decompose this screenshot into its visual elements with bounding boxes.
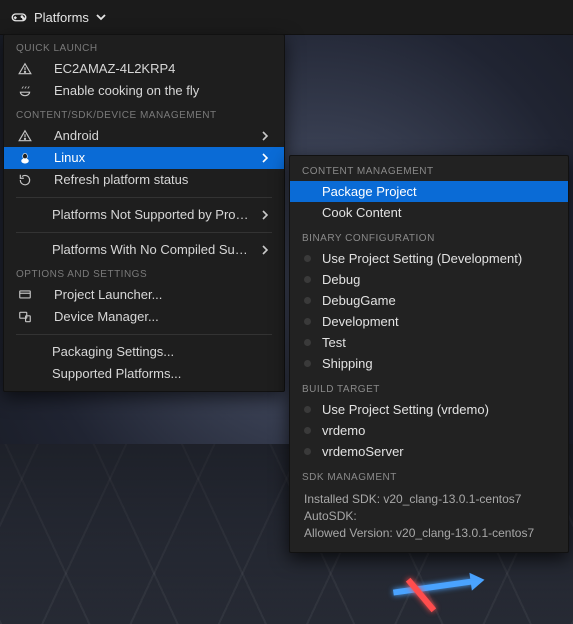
radio-icon xyxy=(304,297,312,305)
chevron-right-icon xyxy=(260,245,272,255)
platforms-dropdown[interactable]: Platforms xyxy=(34,10,89,25)
toolbar: Platforms xyxy=(0,0,573,35)
menu-item-label: Device Manager... xyxy=(54,306,272,328)
submenu-item-label: DebugGame xyxy=(322,290,554,311)
sdk-allowed: Allowed Version: v20_clang-13.0.1-centos… xyxy=(304,525,554,542)
menu-item-label: Android xyxy=(54,125,250,147)
menu-item-label: Platforms Not Supported by Project xyxy=(52,204,250,226)
separator xyxy=(16,334,272,335)
section-binary-configuration: BINARY CONFIGURATION xyxy=(290,223,568,248)
launcher-icon xyxy=(16,288,34,302)
submenu-item-test[interactable]: Test xyxy=(290,332,568,353)
chevron-right-icon xyxy=(260,153,272,163)
controller-icon xyxy=(10,8,28,26)
sdk-autosdk: AutoSDK: xyxy=(304,508,554,525)
cooking-icon xyxy=(16,84,34,98)
submenu-item-label: Cook Content xyxy=(322,202,554,223)
menu-item-android[interactable]: Android xyxy=(4,125,284,147)
menu-item-label: Supported Platforms... xyxy=(52,363,272,385)
section-content-management: CONTENT MANAGEMENT xyxy=(290,156,568,181)
chevron-down-icon xyxy=(95,11,107,23)
submenu-item-label: Debug xyxy=(322,269,554,290)
submenu-item-debuggame[interactable]: DebugGame xyxy=(290,290,568,311)
menu-item-enable-cooking-fly[interactable]: Enable cooking on the fly xyxy=(4,80,284,102)
submenu-item-label: Test xyxy=(322,332,554,353)
submenu-item-use-project-setting-target[interactable]: Use Project Setting (vrdemo) xyxy=(290,399,568,420)
submenu-item-label: Use Project Setting (vrdemo) xyxy=(322,399,554,420)
separator xyxy=(16,232,272,233)
menu-item-device[interactable]: EC2AMAZ-4L2KRP4 xyxy=(4,58,284,80)
menu-item-project-launcher[interactable]: Project Launcher... xyxy=(4,284,284,306)
radio-icon xyxy=(304,406,312,414)
submenu-item-cook-content[interactable]: Cook Content xyxy=(290,202,568,223)
menu-item-label: Linux xyxy=(54,147,250,169)
warning-icon xyxy=(16,62,34,76)
platforms-menu: QUICK LAUNCH EC2AMAZ-4L2KRP4 Enable cook… xyxy=(3,34,285,392)
submenu-item-label: Shipping xyxy=(322,353,554,374)
chevron-right-icon xyxy=(260,131,272,141)
submenu-item-vrdemo[interactable]: vrdemo xyxy=(290,420,568,441)
sdk-installed: Installed SDK: v20_clang-13.0.1-centos7 xyxy=(304,491,554,508)
menu-item-label: Platforms With No Compiled Support xyxy=(52,239,250,261)
warning-icon xyxy=(16,129,34,143)
submenu-item-shipping[interactable]: Shipping xyxy=(290,353,568,374)
radio-icon xyxy=(304,427,312,435)
menu-item-supported-platforms[interactable]: Supported Platforms... xyxy=(4,363,284,385)
submenu-item-label: Package Project xyxy=(322,181,554,202)
submenu-item-debug[interactable]: Debug xyxy=(290,269,568,290)
device-manager-icon xyxy=(16,310,34,324)
section-options: OPTIONS AND SETTINGS xyxy=(4,261,284,284)
submenu-item-label: vrdemo xyxy=(322,420,554,441)
section-sdk-management: SDK MANAGMENT xyxy=(290,462,568,487)
menu-item-label: EC2AMAZ-4L2KRP4 xyxy=(54,58,272,80)
radio-icon xyxy=(304,448,312,456)
menu-item-label: Enable cooking on the fly xyxy=(54,80,272,102)
submenu-item-vrdemoserver[interactable]: vrdemoServer xyxy=(290,441,568,462)
menu-item-label: Project Launcher... xyxy=(54,284,272,306)
sdk-info: Installed SDK: v20_clang-13.0.1-centos7 … xyxy=(290,487,568,542)
menu-item-linux[interactable]: Linux xyxy=(4,147,284,169)
menu-item-label: Refresh platform status xyxy=(54,169,272,191)
submenu-item-label: Use Project Setting (Development) xyxy=(322,248,554,269)
linux-icon xyxy=(16,151,34,165)
submenu-item-use-project-setting-config[interactable]: Use Project Setting (Development) xyxy=(290,248,568,269)
refresh-icon xyxy=(16,173,34,187)
submenu-item-package-project[interactable]: Package Project xyxy=(290,181,568,202)
radio-icon xyxy=(304,276,312,284)
transform-gizmo xyxy=(393,554,513,614)
radio-icon xyxy=(304,255,312,263)
radio-icon xyxy=(304,318,312,326)
section-content-sdk: CONTENT/SDK/DEVICE MANAGEMENT xyxy=(4,102,284,125)
radio-icon xyxy=(304,360,312,368)
chevron-right-icon xyxy=(260,210,272,220)
menu-item-packaging-settings[interactable]: Packaging Settings... xyxy=(4,341,284,363)
menu-item-platforms-not-supported[interactable]: Platforms Not Supported by Project xyxy=(4,204,284,226)
menu-item-label: Packaging Settings... xyxy=(52,341,272,363)
separator xyxy=(16,197,272,198)
submenu-item-label: Development xyxy=(322,311,554,332)
submenu-item-label: vrdemoServer xyxy=(322,441,554,462)
linux-submenu: CONTENT MANAGEMENT Package Project Cook … xyxy=(289,155,569,553)
section-build-target: BUILD TARGET xyxy=(290,374,568,399)
submenu-item-development[interactable]: Development xyxy=(290,311,568,332)
radio-icon xyxy=(304,339,312,347)
section-quick-launch: QUICK LAUNCH xyxy=(4,35,284,58)
menu-item-device-manager[interactable]: Device Manager... xyxy=(4,306,284,328)
menu-item-refresh-platform[interactable]: Refresh platform status xyxy=(4,169,284,191)
menu-item-platforms-no-compiled[interactable]: Platforms With No Compiled Support xyxy=(4,239,284,261)
